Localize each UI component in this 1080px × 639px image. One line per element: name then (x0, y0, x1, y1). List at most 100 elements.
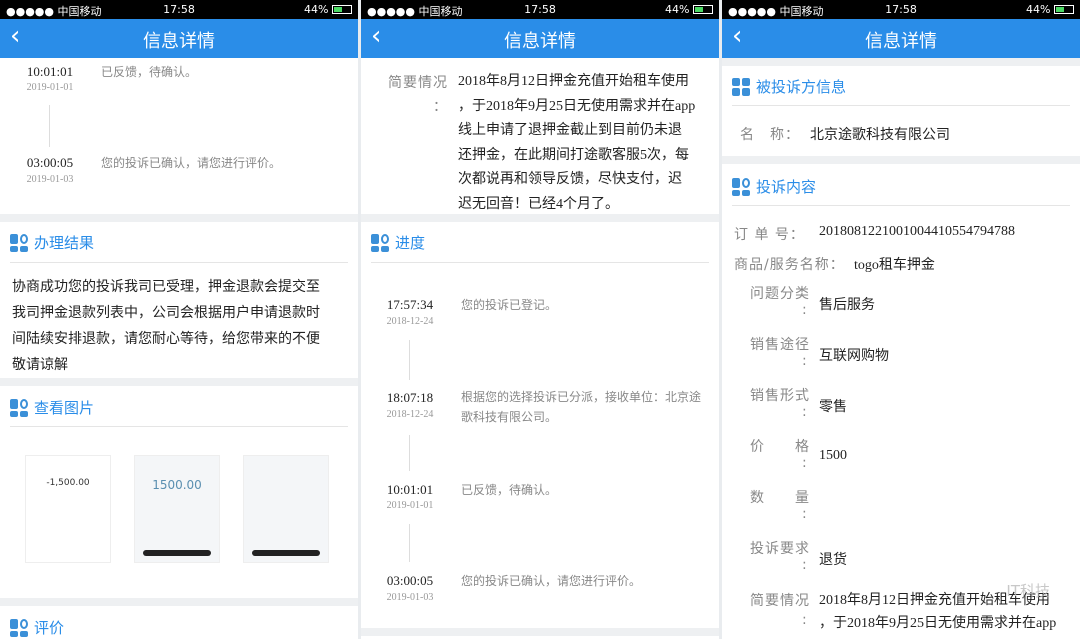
divider (10, 426, 348, 427)
divider (722, 156, 1080, 164)
page-title: 信息详情 (504, 31, 576, 52)
battery-level: 44% (1026, 3, 1051, 16)
timeline-message: 您的投诉已确认，请您进行评价。 (461, 574, 642, 588)
summary-label: 简要情况 (750, 593, 810, 609)
summary-text: ，于2018年9月25日无使用需求并在app (819, 616, 1057, 631)
timeline-time: 17:57:34 (386, 297, 434, 312)
order-number: 201808122100100441055479478​8 (819, 224, 1015, 239)
watermark: IT科技 (1006, 582, 1050, 600)
field-label: 问题分类 (750, 286, 810, 302)
section-content: 投诉内容 (732, 176, 816, 197)
divider (722, 58, 1080, 66)
section-icon (10, 233, 28, 252)
field-value: 1500 (819, 448, 847, 463)
divider (0, 598, 358, 606)
divider (361, 214, 719, 222)
divider (0, 378, 358, 386)
timeline-date: 2019-01-03 (386, 592, 434, 603)
timeline-connector (409, 340, 410, 380)
section-rating: 评价 (10, 617, 64, 638)
divider (0, 214, 358, 222)
section-title: 投诉内容 (756, 178, 817, 196)
image-thumbnail-2[interactable]: 1500.00 (134, 455, 220, 563)
section-result: 办理结果 (10, 232, 94, 253)
summary-label: 简要情况 (388, 75, 448, 91)
nav-bar: ‹ 信息详情 (361, 19, 719, 58)
timeline-time: 18:07:18 (386, 390, 434, 405)
page-title: 信息详情 (865, 31, 937, 52)
battery: 44% (665, 3, 713, 16)
summary-colon: ： (433, 99, 448, 115)
battery-level: 44% (304, 3, 329, 16)
section-title: 被投诉方信息 (756, 78, 847, 96)
field-label: 投诉要求 (750, 541, 810, 557)
section-icon (10, 398, 28, 417)
section-images: 查看图片 (10, 397, 94, 418)
thumb-amount: -1,500.00 (46, 478, 90, 488)
battery: 44% (1026, 3, 1074, 16)
section-icon (371, 233, 389, 252)
status-bar: ●●●●● 中国移动 17:58 44% (361, 0, 719, 19)
building-icon (732, 77, 750, 96)
name-label: 名 称： (740, 127, 800, 143)
field-value: 售后服务 (819, 297, 875, 313)
phone-screen-1: ●●●●● 中国移动 17:58 44% ‹ 信息详情 10:01:01 2019-0… (0, 0, 358, 639)
divider (732, 205, 1070, 206)
timeline-connector (409, 524, 410, 562)
timeline-date: 2019-01-01 (386, 500, 434, 511)
field-value: 零售 (819, 399, 847, 415)
timeline-time: 10:01:01 (386, 482, 434, 497)
result-text: 我司押金退款列表中，公司会根据用户申请退款时 (12, 305, 320, 321)
summary-text: 还押金，在此期间打途歌客服5次，每 (458, 147, 689, 163)
phone-screen-3: ●●●●● 中国移动 17:58 44% ‹ 信息详情 被投诉方信息 名 称： 北京途… (722, 0, 1080, 639)
timeline-date: 2019-01-01 (26, 82, 74, 93)
field-label: 价 格 (750, 439, 810, 455)
timeline-time: 03:00:05 (26, 155, 74, 170)
timeline-message: 已反馈，待确认。 (461, 483, 558, 497)
summary-text: 2018年8月12日押金充值开始租车使用 (458, 74, 689, 89)
field-label: 数 量 (750, 490, 810, 506)
field-label: 销售形式 (750, 388, 810, 404)
page-title: 信息详情 (143, 31, 215, 52)
result-text: 间陆续安排退款，请您耐心等待，给您带来的不便 (12, 331, 320, 347)
timeline-date: 2018-12-24 (386, 409, 434, 420)
divider (732, 105, 1070, 106)
divider (10, 262, 348, 263)
timeline-date: 2018-12-24 (386, 316, 434, 327)
timeline-time: 03:00:05 (386, 573, 434, 588)
field-value: 退货 (819, 552, 847, 568)
battery-icon (1054, 5, 1074, 14)
timeline-message: 您的投诉已确认，请您进行评价。 (101, 156, 282, 170)
section-respondent: 被投诉方信息 (732, 76, 846, 97)
field-label: 销售途径 (750, 337, 810, 353)
image-thumbnail-1[interactable]: -1,500.00 (25, 455, 111, 563)
battery-icon (332, 5, 352, 14)
thumb-amount: 1500.00 (152, 478, 202, 492)
section-title: 进度 (395, 234, 426, 252)
timeline-time: 10:01:01 (26, 64, 74, 79)
timeline-message: 您的投诉已登记。 (461, 298, 558, 312)
field-value: 互联网购物 (819, 348, 889, 364)
battery: 44% (304, 3, 352, 16)
timeline-message: 已反馈，待确认。 (101, 65, 198, 79)
product-name: togo租车押金 (854, 258, 935, 273)
image-thumbnail-3[interactable] (243, 455, 329, 563)
section-title: 办理结果 (34, 234, 95, 252)
summary-text: ，于2018年9月25日无使用需求并在app (458, 98, 696, 114)
battery-level: 44% (665, 3, 690, 16)
timeline-connector (409, 435, 410, 471)
timeline-message: 根据您的选择投诉已分派，接收单位：北京途歌科技有限公司。 (461, 390, 702, 424)
respondent-name: 北京途歌科技有限公司 (810, 127, 950, 143)
nav-bar: ‹ 信息详情 (722, 19, 1080, 58)
phone-screen-2: ●●●●● 中国移动 17:58 44% ‹ 信息详情 简要情况 ： 2018年8月1… (361, 0, 719, 639)
status-bar: ●●●●● 中国移动 17:58 44% (722, 0, 1080, 19)
result-text: 敬请谅解 (12, 357, 68, 373)
timeline-connector (49, 105, 50, 147)
timeline-date: 2019-01-03 (26, 174, 74, 185)
section-title: 查看图片 (34, 399, 95, 417)
summary-text: 次都说再和领导反馈，尽快支付，迟 (458, 172, 682, 187)
status-bar: ●●●●● 中国移动 17:58 44% (0, 0, 358, 19)
section-icon (10, 618, 28, 637)
product-label: 商品/服务名称： (734, 257, 845, 273)
result-text: 协商成功您的投诉我司已受理，押金退款会提交至 (12, 279, 320, 295)
